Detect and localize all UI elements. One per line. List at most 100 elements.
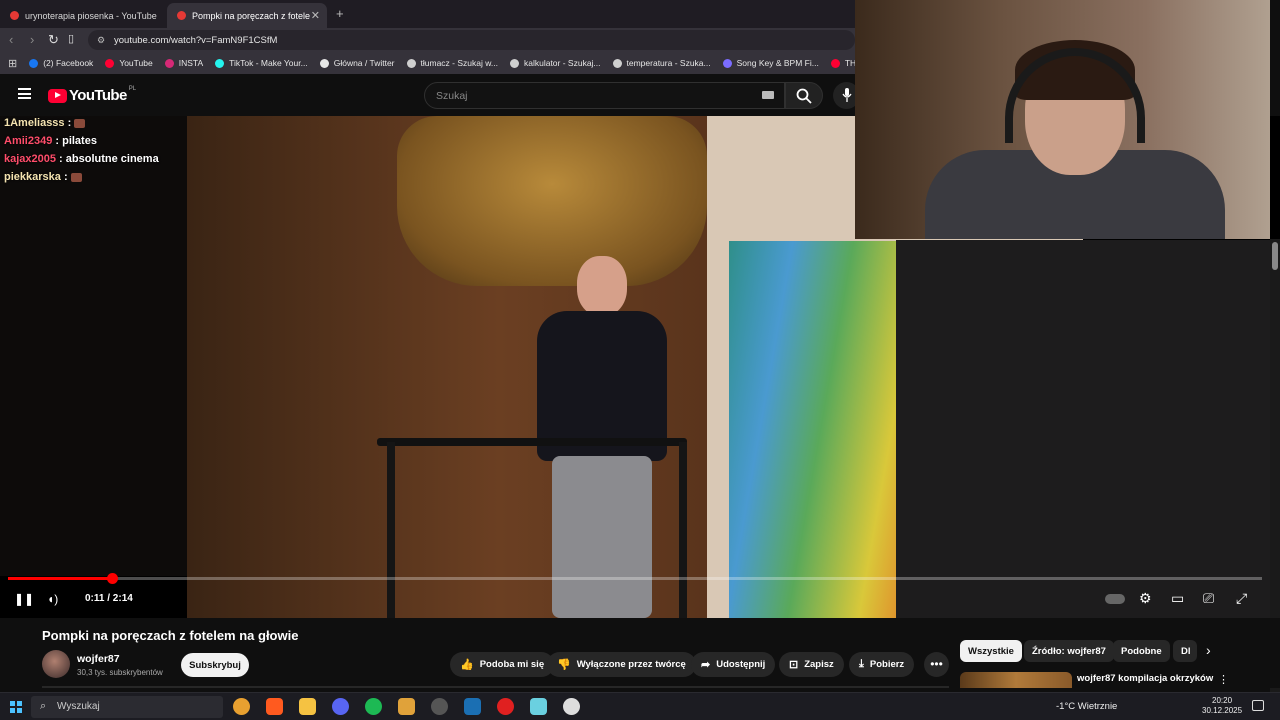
- chip-related[interactable]: Podobne: [1113, 640, 1170, 662]
- recommendation-thumbnail[interactable]: [960, 672, 1072, 688]
- bookmark-insta[interactable]: INSTA: [164, 58, 203, 68]
- tab-label: Pompki na poręczach z fotele: [192, 10, 311, 21]
- windows-taskbar: ⌕ Wyszukaj -1°C Wietrznie 20:20 30.12.20…: [0, 692, 1280, 720]
- recommendation-menu-icon[interactable]: ⋮: [1218, 673, 1229, 686]
- youtube-logo[interactable]: YouTube PL: [48, 86, 136, 104]
- youtube-icon: [105, 58, 115, 68]
- bookmark-icon[interactable]: ▯: [68, 32, 74, 45]
- share-button[interactable]: ➦ Udostępnij: [691, 652, 776, 677]
- taskbar-app-6[interactable]: [398, 698, 415, 715]
- discord-icon[interactable]: [332, 698, 349, 715]
- channel-name[interactable]: wojfer87: [77, 653, 120, 665]
- thumbs-up-icon: 👍: [460, 659, 474, 671]
- channel-avatar[interactable]: [42, 650, 70, 678]
- thumbs-down-icon: 👎: [557, 659, 571, 671]
- chevron-right-icon[interactable]: ›: [1206, 642, 1211, 658]
- more-actions-button[interactable]: •••: [924, 652, 949, 677]
- youtube-search-input[interactable]: Szukaj: [424, 82, 785, 109]
- brave-icon[interactable]: [266, 698, 283, 715]
- progress-bar[interactable]: [8, 573, 1262, 584]
- songkey-icon: [722, 58, 732, 68]
- google-icon: [406, 58, 416, 68]
- download-button[interactable]: ⤓ Pobierz: [849, 652, 915, 677]
- dark-side-area: [896, 240, 1280, 618]
- chip-partial[interactable]: Dl: [1173, 640, 1197, 662]
- taskbar-app-10[interactable]: [530, 698, 547, 715]
- tab-urynoterapia[interactable]: urynoterapia piosenka - YouTube: [0, 3, 164, 28]
- dip-bars: [377, 438, 687, 446]
- taskbar-app-11[interactable]: [563, 698, 580, 715]
- file-explorer-icon[interactable]: [299, 698, 316, 715]
- chip-source[interactable]: Źródło: wojfer87: [1024, 640, 1114, 662]
- bookmark-facebook[interactable]: (2) Facebook: [29, 58, 93, 68]
- taskbar-app-7[interactable]: [431, 698, 448, 715]
- pause-icon[interactable]: ❚❚: [14, 592, 34, 606]
- site-info-icon[interactable]: ⚙: [97, 35, 105, 46]
- search-button[interactable]: [785, 82, 823, 109]
- webcam-overlay: [855, 0, 1270, 239]
- download-icon: ⤓: [859, 658, 864, 670]
- save-button[interactable]: ⊡ Zapisz: [779, 652, 844, 677]
- player-controls: ❚❚ ◖) 0:11 / 2:14 ⚙ ▭ ⎚ ⤢: [0, 582, 1280, 618]
- volume-icon[interactable]: ◖): [47, 592, 58, 606]
- bookmark-youtube[interactable]: YouTube: [105, 58, 153, 68]
- spotify-icon[interactable]: [365, 698, 382, 715]
- youtube-play-logo-icon: [48, 88, 67, 103]
- taskbar-clock[interactable]: 20:20 30.12.2025: [1202, 696, 1242, 716]
- forward-icon[interactable]: ›: [30, 32, 34, 47]
- microphone-icon: [842, 88, 852, 102]
- hamburger-menu-icon[interactable]: [18, 88, 31, 99]
- subscriber-count: 30,3 tys. subskrybentów: [77, 668, 163, 677]
- keyboard-icon[interactable]: [762, 91, 774, 99]
- taskbar-search-input[interactable]: ⌕ Wyszukaj: [31, 696, 223, 718]
- subscribe-button[interactable]: Subskrybuj: [181, 653, 249, 677]
- save-bookmark-icon: ⊡: [789, 659, 799, 671]
- reload-icon[interactable]: ↻: [48, 32, 59, 48]
- apps-grid-icon[interactable]: ⊞: [8, 57, 17, 70]
- back-icon[interactable]: ‹: [9, 32, 13, 47]
- bookmark-temperatura[interactable]: temperatura - Szuka...: [612, 58, 711, 68]
- progress-fill: [8, 577, 113, 580]
- weather-widget[interactable]: -1°C Wietrznie: [1056, 701, 1117, 712]
- bookmark-songkey[interactable]: Song Key & BPM Fi...: [722, 58, 819, 68]
- chat-line: 1Ameliasss :: [4, 117, 187, 129]
- windows-start-icon[interactable]: [10, 701, 22, 713]
- video-title: Pompki na poręczach z fotelem na głowie: [42, 628, 299, 643]
- tab-pompki[interactable]: Pompki na poręczach z fotele ✕: [167, 3, 327, 28]
- new-tab-button[interactable]: +: [336, 6, 344, 21]
- cast-icon[interactable]: ⎚: [1203, 590, 1214, 607]
- settings-gear-icon[interactable]: ⚙: [1139, 590, 1152, 607]
- chip-all[interactable]: Wszystkie: [960, 640, 1022, 662]
- chat-line: kajax2005 : absolutne cinema: [4, 153, 159, 165]
- youtube-favicon-icon: [10, 11, 19, 20]
- taskbar-app-1[interactable]: [233, 698, 250, 715]
- youtube-header: YouTube PL Szukaj: [0, 74, 860, 116]
- search-icon: ⌕: [40, 700, 47, 712]
- recommendation-title[interactable]: wojfer87 kompilacja okrzyków: [1077, 673, 1213, 684]
- bookmark-tlumacz[interactable]: tłumacz - Szukaj w...: [406, 58, 498, 68]
- close-tab-icon[interactable]: ✕: [311, 9, 320, 22]
- theater-mode-icon[interactable]: ▭: [1171, 590, 1184, 607]
- video-info-area: Pompki na poręczach z fotelem na głowie …: [0, 618, 1280, 688]
- notification-icon[interactable]: [1252, 700, 1264, 711]
- tab-label: urynoterapia piosenka - YouTube: [25, 10, 157, 21]
- time-display: 0:11 / 2:14: [85, 593, 133, 604]
- scrollbar-thumb[interactable]: [1272, 242, 1278, 270]
- steam-icon[interactable]: [464, 698, 481, 715]
- facebook-icon: [29, 58, 39, 68]
- chat-line: piekkarska :: [4, 171, 187, 183]
- instagram-icon: [164, 58, 174, 68]
- bookmark-kalkulator[interactable]: kalkulator - Szukaj...: [509, 58, 601, 68]
- google-icon: [509, 58, 519, 68]
- bookmark-tiktok[interactable]: TikTok - Make Your...: [215, 58, 308, 68]
- tiktok-icon: [215, 58, 225, 68]
- dislike-button[interactable]: 👎 Wyłączone przez twórcę: [547, 652, 696, 677]
- bookmark-twitter[interactable]: Główna / Twitter: [319, 58, 395, 68]
- fullscreen-icon[interactable]: ⤢: [1236, 590, 1247, 607]
- chat-overlay: 1Ameliasss : Amii2349 : pilates kajax200…: [0, 116, 187, 576]
- taskbar-app-9[interactable]: [497, 698, 514, 715]
- url-field[interactable]: ⚙ youtube.com/watch?v=FamN9F1CSfM: [88, 30, 855, 50]
- autoplay-toggle[interactable]: [1105, 594, 1125, 604]
- address-bar-row: ‹ › ↻ ▯ ⚙ youtube.com/watch?v=FamN9F1CSf…: [0, 28, 855, 52]
- like-button[interactable]: 👍 Podoba mi się: [450, 652, 555, 677]
